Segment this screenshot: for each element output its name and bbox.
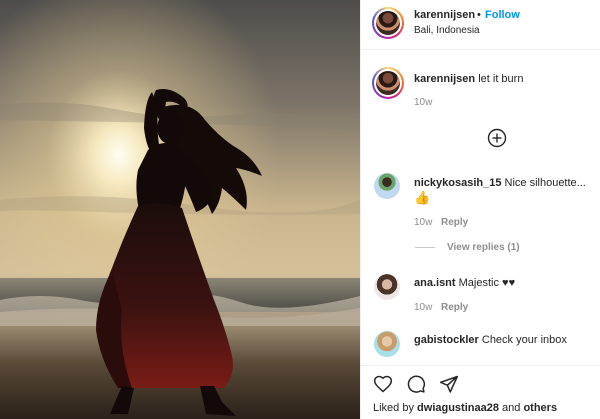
liked-by-username[interactable]: dwiagustinaa28 <box>417 402 499 414</box>
follow-button[interactable]: Follow <box>485 9 520 21</box>
share-icon[interactable] <box>439 374 459 394</box>
thumbs-up-emoji: 👍 <box>414 190 431 205</box>
comment-avatar[interactable] <box>374 274 400 300</box>
post-header: karennijsen • Follow Bali, Indonesia <box>361 0 600 50</box>
replies-divider <box>415 247 435 248</box>
comment-time[interactable]: 10w <box>414 217 432 228</box>
caption-time[interactable]: 10w <box>414 97 432 108</box>
post-side-panel: karennijsen • Follow Bali, Indonesia kar… <box>360 0 600 419</box>
instagram-post-view: karennijsen • Follow Bali, Indonesia kar… <box>0 0 600 419</box>
comment-text: Majestic ♥♥ <box>458 277 516 289</box>
comment: ana.isnt Majestic ♥♥ <box>414 277 515 289</box>
plus-circle-icon[interactable] <box>487 128 507 148</box>
comment: gabistockler Check your inbox <box>414 334 567 346</box>
author-username[interactable]: karennijsen <box>414 9 475 21</box>
comment-avatar[interactable] <box>374 173 400 199</box>
comment-text: Nice silhouette... <box>504 177 586 189</box>
likes-others-link[interactable]: others <box>523 402 557 414</box>
heart-icon[interactable] <box>373 374 393 394</box>
post-photo[interactable] <box>0 0 360 419</box>
likes-prefix: Liked by <box>373 402 414 414</box>
comment-avatar[interactable] <box>374 331 400 357</box>
comment: nickykosasih_15 Nice silhouette... <box>414 177 586 189</box>
caption-avatar[interactable] <box>372 67 404 99</box>
reply-button[interactable]: Reply <box>441 302 468 313</box>
author-avatar[interactable] <box>372 7 404 39</box>
comment-username[interactable]: gabistockler <box>414 334 479 346</box>
caption-text: let it burn <box>478 73 524 85</box>
post-actions-bar: Liked by dwiagustinaa28 and others <box>361 365 600 419</box>
view-replies-button[interactable]: View replies (1) <box>447 242 520 253</box>
sunset-silhouette-image <box>0 0 360 419</box>
comment-text: Check your inbox <box>481 334 567 346</box>
reply-button[interactable]: Reply <box>441 217 468 228</box>
comment-username[interactable]: ana.isnt <box>414 277 456 289</box>
likes-conjunction: and <box>502 402 521 414</box>
caption-username[interactable]: karennijsen <box>414 73 475 85</box>
comment-time[interactable]: 10w <box>414 302 432 313</box>
caption: karennijsen let it burn <box>414 73 523 85</box>
post-location[interactable]: Bali, Indonesia <box>414 25 480 36</box>
comment-username[interactable]: nickykosasih_15 <box>414 177 501 189</box>
likes-summary: Liked by dwiagustinaa28 and others <box>373 402 557 414</box>
separator-dot: • <box>477 9 481 21</box>
comment-icon[interactable] <box>406 374 426 394</box>
